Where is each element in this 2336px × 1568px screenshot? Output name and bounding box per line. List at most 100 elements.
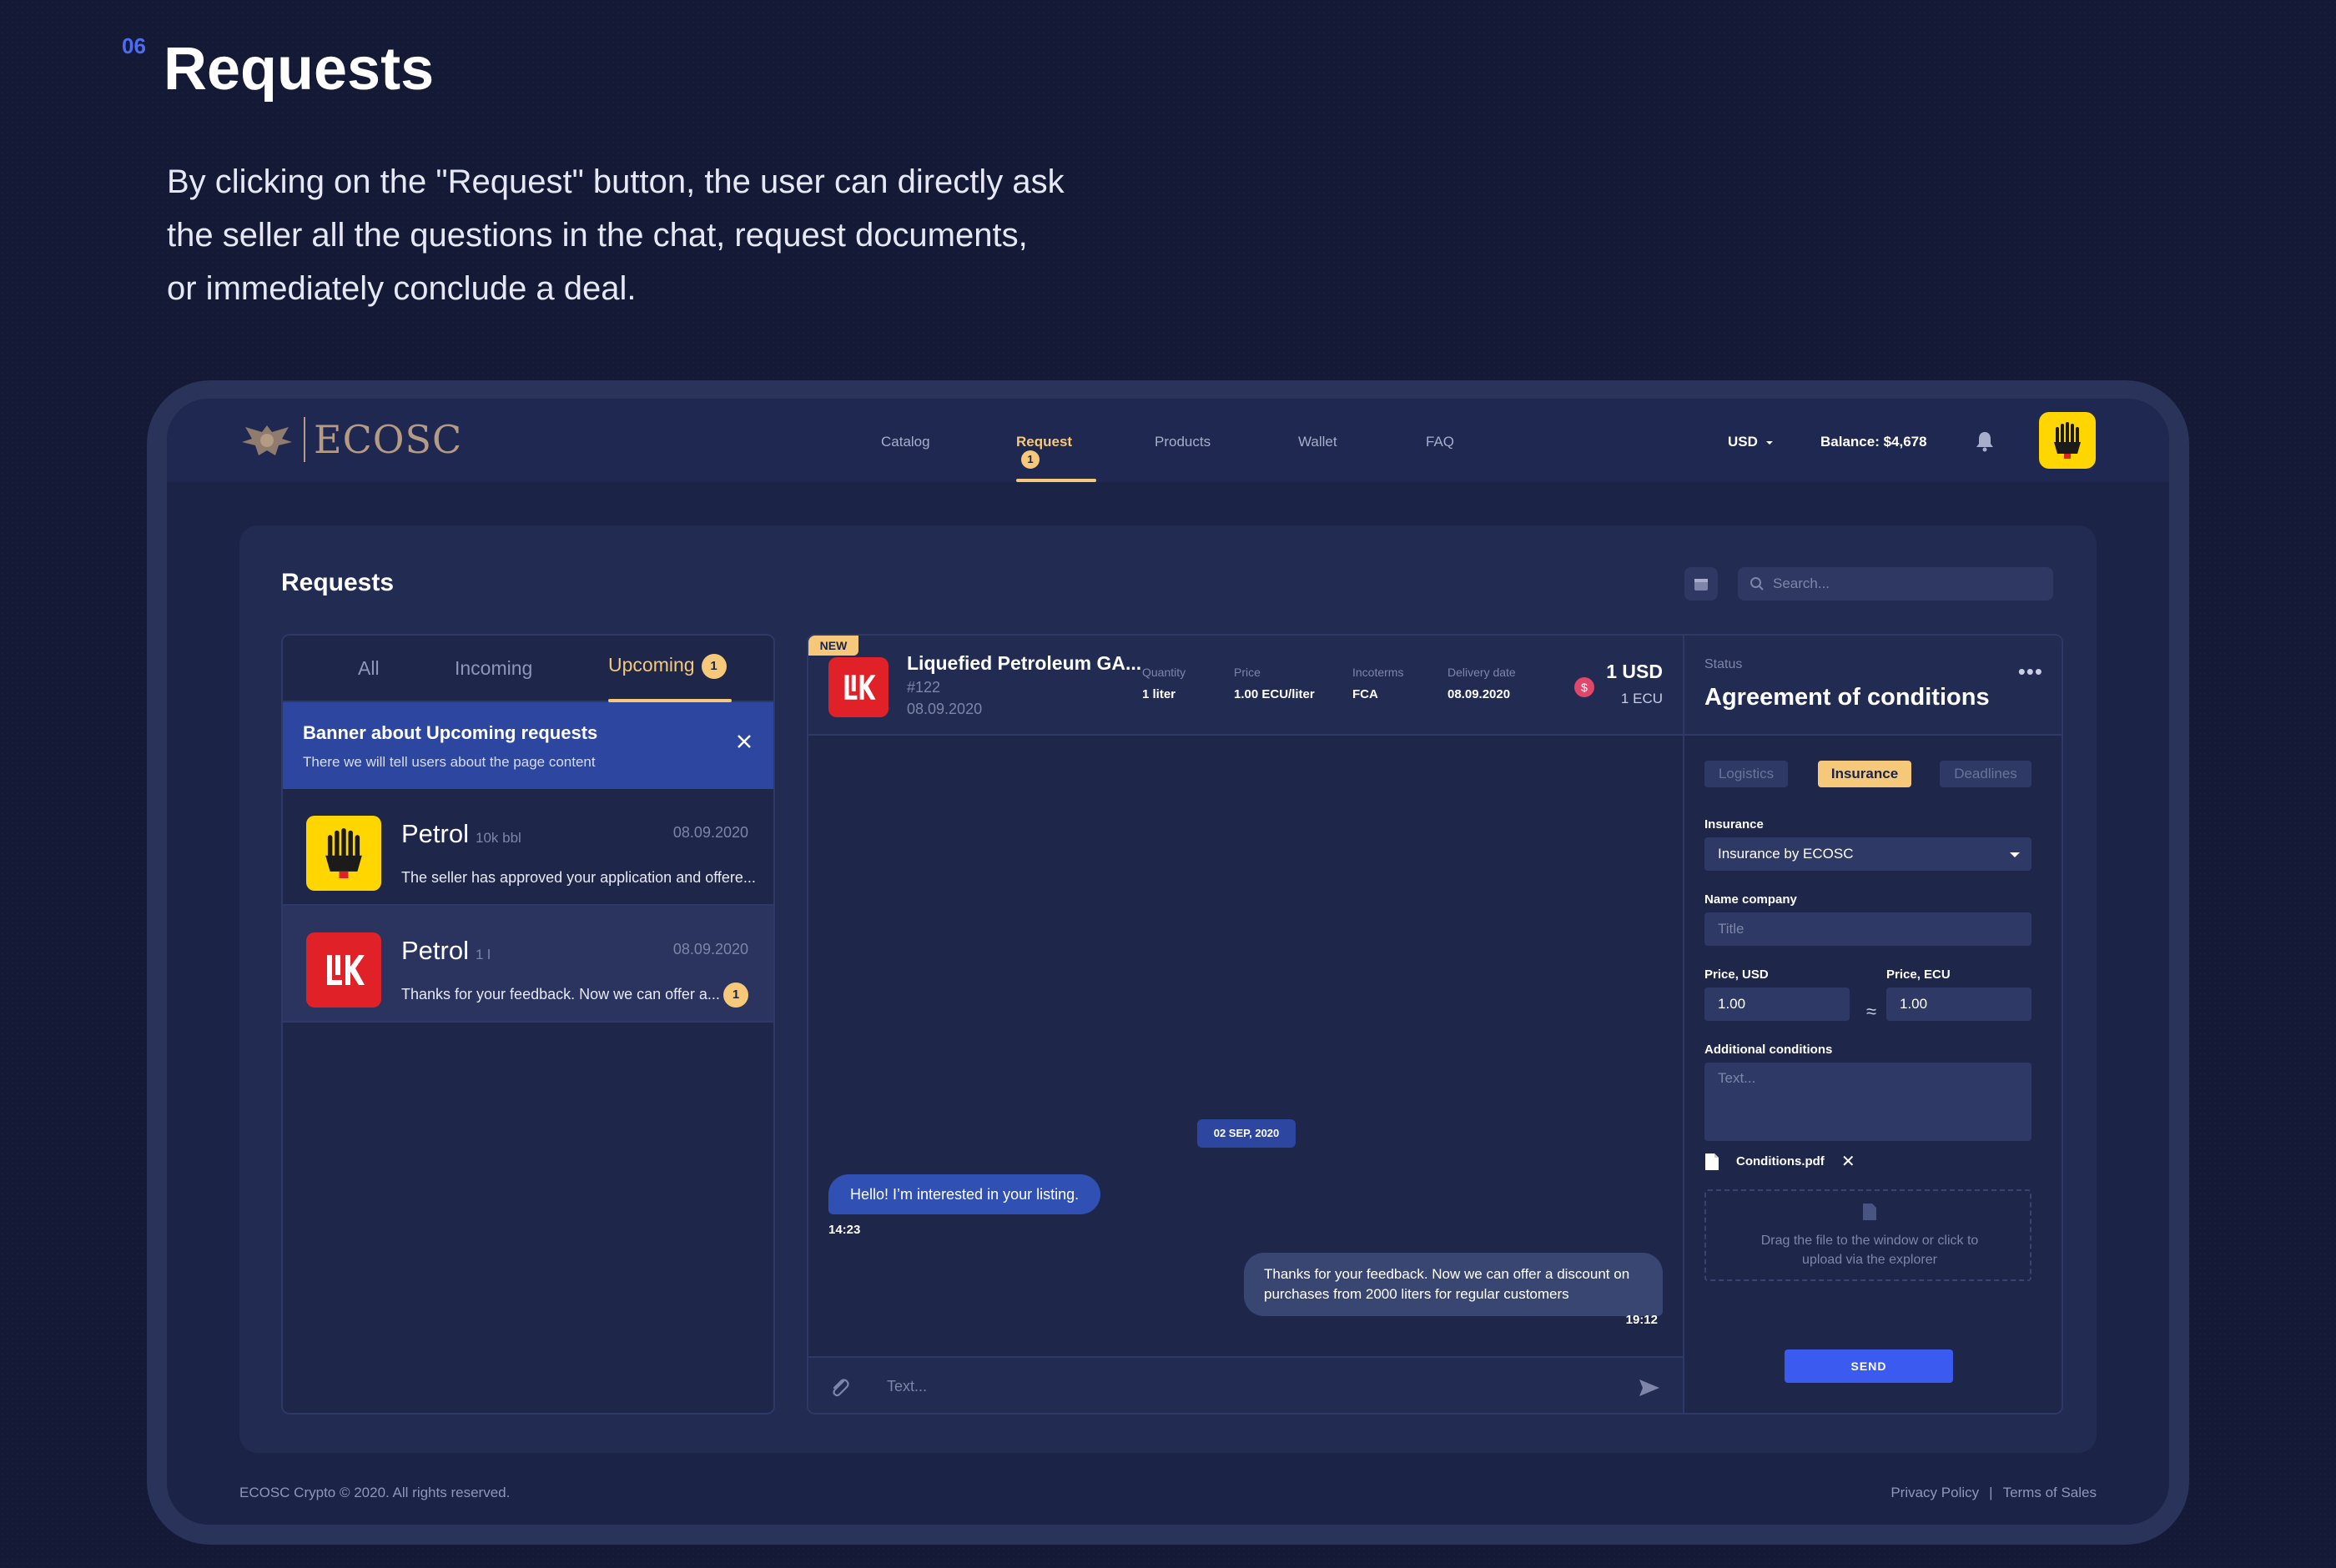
paperclip-icon[interactable] (828, 1376, 852, 1400)
footer-links: Privacy Policy | Terms of Sales (1890, 1485, 2097, 1501)
tab-insurance[interactable]: Insurance (1818, 761, 1911, 787)
search-placeholder: Search... (1773, 575, 1830, 591)
date-separator: 02 SEP, 2020 (1197, 1119, 1296, 1148)
tab-all[interactable]: All (358, 657, 380, 680)
status-value: Agreement of conditions (1704, 684, 1990, 711)
tab-logistics[interactable]: Logistics (1704, 761, 1788, 787)
tab-upcoming-label: Upcoming (608, 654, 695, 676)
request-quantity: 1 l (475, 947, 491, 962)
list-item[interactable]: Petrol 1 l 08.09.2020 Thanks for your fee… (283, 906, 773, 1023)
additional-conditions-label: Additional conditions (1704, 1043, 1833, 1057)
conditions-sidebar: Status Agreement of conditions ••• Logis… (1683, 636, 2062, 1413)
balance-display: Balance: $4,678 (1820, 434, 1927, 450)
calendar-button[interactable] (1684, 567, 1718, 601)
request-message: Thanks for your feedback. Now we can off… (401, 986, 720, 1003)
banner-subtitle: There we will tell users about the page … (303, 754, 596, 770)
currency-value: USD (1728, 434, 1758, 450)
meta-label: Incoterms (1352, 666, 1404, 679)
lukoil-icon (327, 955, 365, 985)
message-time: 14:23 (828, 1223, 861, 1237)
section-title: Requests (164, 36, 435, 103)
calendar-icon (1694, 579, 1708, 591)
meta-label: Price (1234, 666, 1261, 679)
meta-incoterms: Incoterms FCA (1352, 666, 1403, 701)
nav-faq[interactable]: FAQ (1426, 434, 1454, 450)
meta-value: 1.00 ECU/liter (1234, 687, 1315, 701)
ecosc-logo[interactable]: ECOSC (239, 417, 462, 462)
meta-value: FCA (1352, 687, 1378, 701)
message-outgoing: Thanks for your feedback. Now we can off… (1244, 1253, 1663, 1316)
insurance-label: Insurance (1704, 817, 1764, 832)
send-icon[interactable] (1638, 1376, 1661, 1400)
request-name: Petrol (401, 819, 469, 848)
request-date: 08.09.2020 (672, 941, 748, 957)
request-title: Petrol 10k bbl (401, 819, 521, 849)
tab-incoming[interactable]: Incoming (455, 657, 532, 680)
request-message: The seller has approved your application… (401, 869, 756, 886)
tab-upcoming[interactable]: Upcoming 1 (608, 654, 727, 679)
file-name[interactable]: Conditions.pdf (1736, 1154, 1825, 1168)
search-input[interactable]: Search... (1738, 567, 2053, 601)
top-navbar: ECOSC Catalog Request1 Products Wallet F… (167, 399, 2169, 482)
shell-hand-icon (325, 828, 362, 878)
message-composer[interactable]: Text... (808, 1356, 1683, 1413)
price-ecu-field[interactable]: 1.00 (1886, 988, 2031, 1021)
send-button[interactable]: SEND (1785, 1349, 1953, 1383)
privacy-policy-link[interactable]: Privacy Policy (1890, 1485, 1979, 1501)
meta-label: Delivery date (1447, 666, 1516, 679)
eagle-emblem-icon (242, 425, 292, 455)
additional-conditions-field[interactable]: Text... (1704, 1063, 2031, 1141)
name-company-field[interactable]: Title (1704, 912, 2031, 946)
footer-copyright: ECOSC Crypto © 2020. All rights reserved… (239, 1485, 511, 1500)
nav-request[interactable]: Request1 (1016, 434, 1072, 469)
nav-wallet[interactable]: Wallet (1298, 434, 1337, 450)
chat-area: NEW Liquefied Petroleum GA... #122 08.09… (807, 634, 2063, 1415)
name-company-label: Name company (1704, 892, 1797, 907)
user-avatar[interactable] (2039, 412, 2096, 469)
shell-hand-icon (2054, 422, 2081, 459)
close-icon[interactable] (737, 734, 752, 749)
banner-title: Banner about Upcoming requests (303, 722, 598, 743)
request-name: Petrol (401, 936, 469, 965)
status-label: Status (1704, 657, 1743, 671)
search-icon (1750, 577, 1764, 591)
unread-badge: 1 (723, 983, 748, 1008)
nav-products[interactable]: Products (1155, 434, 1211, 450)
nav-request-badge: 1 (1021, 450, 1040, 469)
price-usd-field[interactable]: 1.00 (1704, 988, 1850, 1021)
message-time: 19:12 (1625, 1313, 1658, 1327)
currency-select[interactable]: USD (1728, 434, 1774, 450)
tab-upcoming-badge: 1 (701, 654, 727, 679)
meta-value: 1 liter (1142, 687, 1176, 701)
file-dropzone[interactable]: Drag the file to the window or click to … (1704, 1189, 2031, 1281)
insurance-select[interactable]: Insurance by ECOSC (1704, 837, 2031, 871)
lukoil-icon (844, 675, 876, 700)
product-date: 08.09.2020 (907, 701, 983, 717)
meta-quantity: Quantity 1 liter (1142, 666, 1186, 701)
lukoil-logo (306, 932, 381, 1008)
product-header: NEW Liquefied Petroleum GA... #122 08.09… (808, 636, 1683, 736)
shell-logo (306, 816, 381, 891)
meta-delivery-date: Delivery date 08.09.2020 (1447, 666, 1516, 701)
product-name[interactable]: Liquefied Petroleum GA... (907, 652, 1141, 675)
request-date: 08.09.2020 (672, 824, 748, 841)
attached-file: Conditions.pdf ✕ (1704, 1151, 1855, 1172)
list-item[interactable]: Petrol 10k bbl 08.09.2020 The seller has … (283, 789, 773, 906)
close-icon[interactable]: ✕ (1841, 1151, 1855, 1172)
nav-request-label: Request (1016, 434, 1073, 450)
page-title: Requests (281, 569, 395, 596)
tab-deadlines[interactable]: Deadlines (1940, 761, 2031, 787)
nav-catalog[interactable]: Catalog (881, 434, 930, 450)
terms-of-sales-link[interactable]: Terms of Sales (2003, 1485, 2097, 1501)
message-incoming: Hello! I’m interested in your listing. (828, 1174, 1101, 1214)
section-number: 06 (122, 33, 146, 58)
meta-price: Price 1.00 ECU/liter (1234, 666, 1315, 701)
chevron-down-icon (2010, 852, 2020, 857)
product-logo (828, 657, 889, 717)
more-icon[interactable]: ••• (2018, 659, 2043, 685)
request-title: Petrol 1 l (401, 936, 491, 966)
document-icon (1705, 1153, 1719, 1170)
chevron-down-icon (1765, 441, 1773, 445)
bell-icon[interactable] (1976, 430, 1994, 452)
new-tag: NEW (808, 636, 858, 656)
